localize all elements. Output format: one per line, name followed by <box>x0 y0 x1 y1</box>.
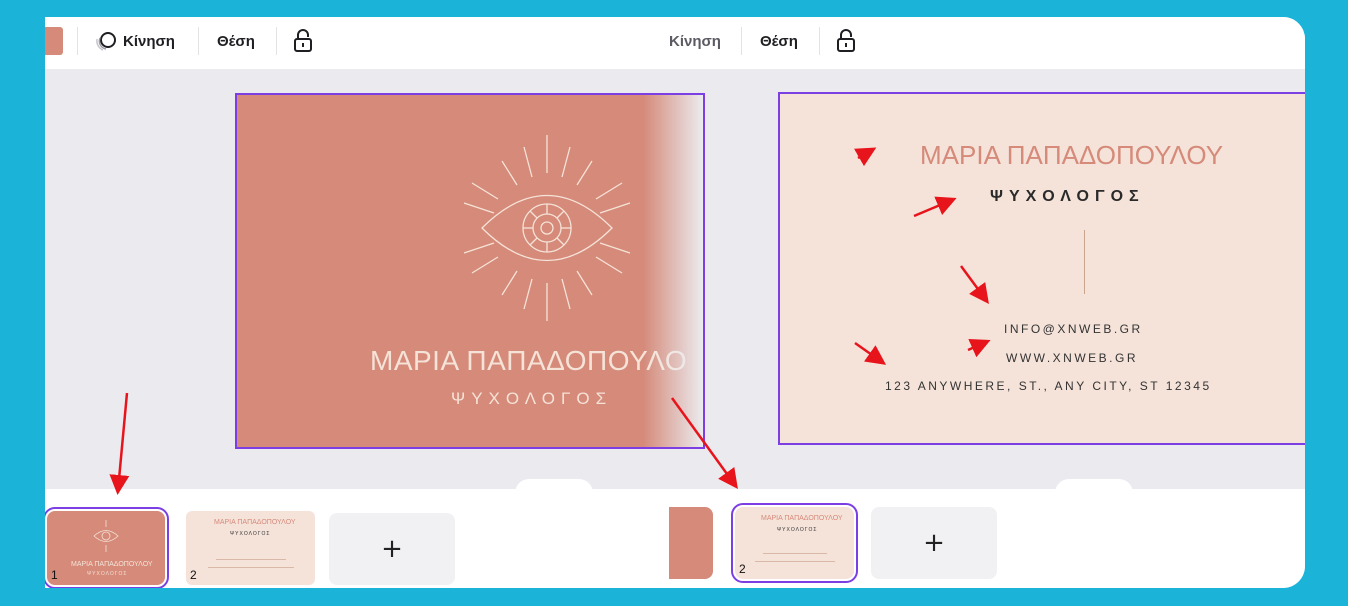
toolbar-divider <box>276 27 277 55</box>
color-swatch[interactable] <box>45 27 63 55</box>
position-button-right[interactable]: Θέση <box>760 29 798 53</box>
page-number: 2 <box>739 562 746 576</box>
eye-logo-icon <box>93 520 119 552</box>
motion-button-right[interactable]: Κίνηση <box>669 29 721 53</box>
eye-logo-icon <box>463 135 631 321</box>
lock-button-right[interactable] <box>836 29 856 53</box>
page-number: 1 <box>51 568 58 582</box>
lock-icon <box>293 29 313 53</box>
lock-button-left[interactable] <box>293 29 313 53</box>
divider-line <box>1084 230 1085 294</box>
card-name[interactable]: ΜΑΡΙΑ ΠΑΠΑΔΟΠΟΥΛΟ <box>370 345 687 377</box>
page-number: 2 <box>190 568 197 582</box>
card-back-page[interactable]: ΜΑΡΙΑ ΠΑΠΑΔΟΠΟΥΛΟΥ ΨΥΧΟΛΟΓΟΣ INFO@XNWEB.… <box>778 92 1305 445</box>
card-website[interactable]: WWW.XNWEB.GR <box>1006 351 1138 365</box>
card-name[interactable]: ΜΑΡΙΑ ΠΑΠΑΔΟΠΟΥΛΟΥ <box>920 140 1223 171</box>
card-role[interactable]: ΨΥΧΟΛΟΓΟΣ <box>990 188 1145 206</box>
page-thumbnail-1[interactable]: ΜΑΡΙΑ ΠΑΠΑΔΟΠΟΥΛΟΥ ΨΥΧΟΛΟΓΟΣ 1 <box>45 507 169 588</box>
toolbar-divider <box>819 27 820 55</box>
toolbar-divider <box>198 27 199 55</box>
page-thumbnail-1-partial[interactable] <box>669 507 713 579</box>
toolbar: Κίνηση Θέση Κίνηση Θέση <box>45 17 1305 69</box>
card-role[interactable]: ΨΥΧΟΛΟΓΟΣ <box>451 389 612 409</box>
toolbar-divider <box>741 27 742 55</box>
position-label: Θέση <box>217 32 255 50</box>
add-page-button[interactable]: + <box>871 507 997 579</box>
page-thumbnail-2-right[interactable]: ΜΑΡΙΑ ΠΑΠΑΔΟΠΟΥΛΟΥ ΨΥΧΟΛΟΓΟΣ 2 <box>731 503 858 583</box>
editor-window: Κίνηση Θέση Κίνηση Θέση ΜΑΡΙΑ ΠΑΠΑΔΟΠΟΥΛ… <box>45 17 1305 588</box>
lock-icon <box>836 29 856 53</box>
toolbar-divider <box>77 27 78 55</box>
card-address[interactable]: 123 ANYWHERE, ST., ANY CITY, ST 12345 <box>885 379 1212 393</box>
card-email[interactable]: INFO@XNWEB.GR <box>1004 322 1143 336</box>
motion-icon <box>95 30 117 52</box>
card-front-page[interactable]: ΜΑΡΙΑ ΠΑΠΑΔΟΠΟΥΛΟ ΨΥΧΟΛΟΓΟΣ <box>235 93 705 449</box>
add-page-button[interactable]: + <box>329 513 455 585</box>
motion-label: Κίνηση <box>123 32 175 50</box>
page-thumbnail-2[interactable]: ΜΑΡΙΑ ΠΑΠΑΔΟΠΟΥΛΟΥ ΨΥΧΟΛΟΓΟΣ 2 <box>186 511 315 585</box>
page-thumbnail-strip: ΜΑΡΙΑ ΠΑΠΑΔΟΠΟΥΛΟΥ ΨΥΧΟΛΟΓΟΣ 1 ΜΑΡΙΑ ΠΑΠ… <box>45 489 1305 588</box>
position-label: Θέση <box>760 32 798 50</box>
position-button-left[interactable]: Θέση <box>217 29 255 53</box>
motion-button-left[interactable]: Κίνηση <box>95 29 175 53</box>
motion-label: Κίνηση <box>669 32 721 50</box>
